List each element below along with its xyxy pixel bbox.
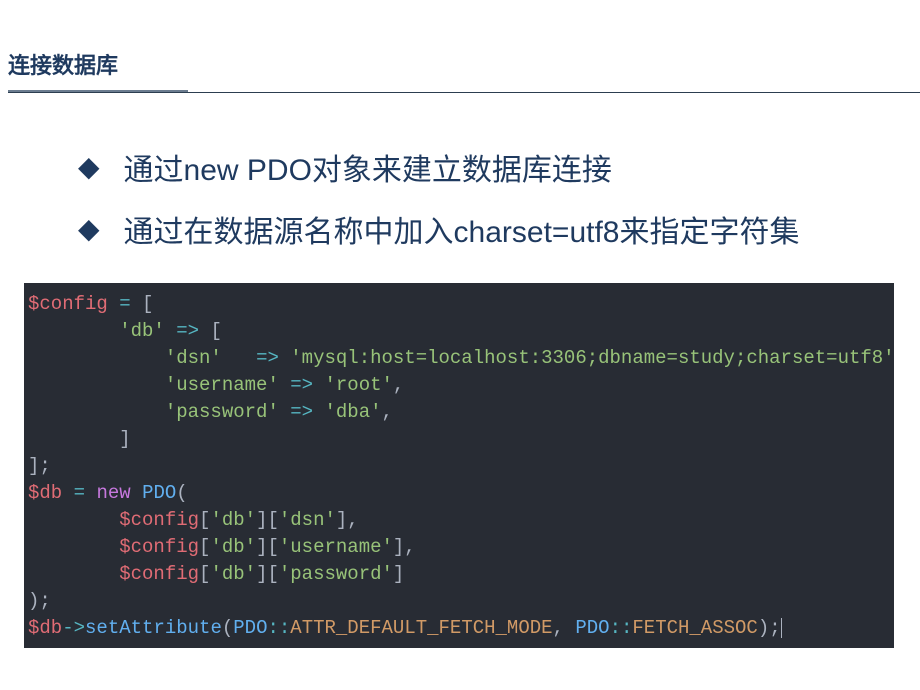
code-token [28,374,165,396]
code-token: 'username' [165,374,279,396]
code-token [28,347,165,369]
bullet-text: 通过new PDO对象来建立数据库连接 [124,145,612,189]
code-token: PDO [142,482,176,504]
code-token: 'username' [279,536,393,558]
code-token: ]; [28,455,51,477]
code-token: = [74,482,85,504]
code-token: 'password' [279,563,393,585]
code-token: [ [199,509,210,531]
code-token: ][ [256,563,279,585]
code-token: 'dsn' [165,347,222,369]
code-token [28,509,119,531]
code-line: $config['db']['dsn'], [28,507,890,534]
code-line: 'dsn' => 'mysql:host=localhost:3306;dbna… [28,345,890,372]
code-token [131,482,142,504]
code-token: ][ [256,509,279,531]
code-token: $db [28,482,62,504]
code-line: $config = [ [28,291,890,318]
code-token [279,374,290,396]
code-token [313,374,324,396]
code-token [165,320,176,342]
code-token: PDO [233,617,267,639]
code-token: $config [119,563,199,585]
code-token: $config [28,293,108,315]
code-token: => [290,401,313,423]
code-token: ( [176,482,187,504]
code-token: :: [610,617,633,639]
code-token [108,293,119,315]
code-line: ] [28,426,890,453]
code-token: 'db' [210,536,256,558]
code-token: [ [199,320,222,342]
code-token: ][ [256,536,279,558]
code-token [28,320,119,342]
code-token: , [393,374,404,396]
code-token [85,482,96,504]
code-token: ], [336,509,359,531]
code-token: 'dba' [324,401,381,423]
title-underline [8,90,920,93]
code-token: ); [758,617,781,639]
text-cursor [781,618,782,638]
code-token [28,563,119,585]
code-token: 'root' [324,374,392,396]
code-token: => [290,374,313,396]
code-token: 'password' [165,401,279,423]
code-snippet: $config = [ 'db' => [ 'dsn' => 'mysql:ho… [24,283,894,648]
code-token [279,347,290,369]
code-line: $db = new PDO( [28,480,890,507]
code-token: $db [28,617,62,639]
code-token: [ [199,536,210,558]
code-line: 'password' => 'dba', [28,399,890,426]
code-token: FETCH_ASSOC [632,617,757,639]
code-token: => [256,347,279,369]
list-item: ◆ 通过在数据源名称中加入charset=utf8来指定字符集 [78,207,920,251]
bullet-list: ◆ 通过new PDO对象来建立数据库连接 ◆ 通过在数据源名称中加入chars… [78,145,920,251]
code-token: ); [28,590,51,612]
code-token [222,347,256,369]
code-line: $db->setAttribute(PDO::ATTR_DEFAULT_FETC… [28,615,890,642]
code-token: 'mysql:host=localhost:3306;dbname=study;… [290,347,894,369]
code-token: new [96,482,130,504]
code-line: 'username' => 'root', [28,372,890,399]
code-token: setAttribute [85,617,222,639]
diamond-bullet-icon: ◆ [78,153,100,181]
code-token [28,536,119,558]
code-token: , [553,617,576,639]
code-token [28,401,165,423]
list-item: ◆ 通过new PDO对象来建立数据库连接 [78,145,920,189]
code-token: ], [393,536,416,558]
diamond-bullet-icon: ◆ [78,215,100,243]
code-token [62,482,73,504]
code-token: ] [393,563,404,585]
code-token: ] [28,428,131,450]
code-token: ( [222,617,233,639]
code-token: , [382,401,393,423]
code-token: [ [131,293,154,315]
code-token: 'db' [119,320,165,342]
code-token: :: [267,617,290,639]
code-token: $config [119,536,199,558]
code-token: 'db' [210,563,256,585]
slide-title: 连接数据库 [8,48,118,86]
code-token: -> [62,617,85,639]
code-token [279,401,290,423]
slide-header: 连接数据库 [0,0,920,93]
code-line: $config['db']['username'], [28,534,890,561]
code-token: 'dsn' [279,509,336,531]
code-line: ]; [28,453,890,480]
code-token: [ [199,563,210,585]
code-token [313,401,324,423]
code-token: $config [119,509,199,531]
code-line: ); [28,588,890,615]
code-token: 'db' [210,509,256,531]
code-token: ATTR_DEFAULT_FETCH_MODE [290,617,552,639]
code-token: = [119,293,130,315]
code-line: 'db' => [ [28,318,890,345]
code-token: => [176,320,199,342]
bullet-text: 通过在数据源名称中加入charset=utf8来指定字符集 [124,207,800,251]
code-token: PDO [575,617,609,639]
code-line: $config['db']['password'] [28,561,890,588]
